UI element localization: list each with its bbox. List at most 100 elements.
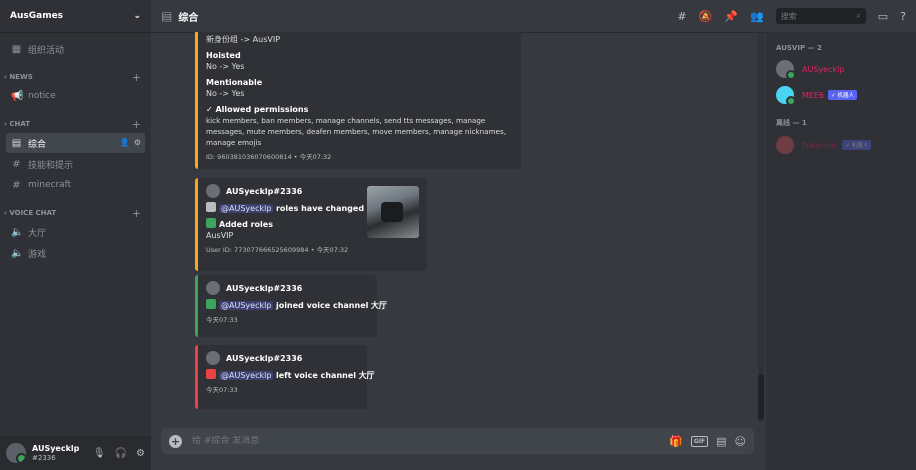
channel-label: 游戏 — [28, 249, 47, 260]
embed-footer: 今天07:33 — [206, 386, 238, 394]
server-header[interactable]: AusGames ⌄ — [0, 0, 151, 32]
avatar[interactable] — [206, 351, 220, 365]
channel-events[interactable]: ▦ 组织活动 — [6, 39, 145, 59]
member-name: Pokemon — [802, 140, 839, 150]
channel-label: notice — [28, 91, 56, 101]
gear-icon[interactable]: ⚙ — [136, 448, 145, 459]
swords-icon — [206, 202, 216, 212]
category-label: NEWS — [9, 73, 33, 81]
voice-channel-name: 大厅 — [370, 301, 387, 310]
add-channel-icon[interactable]: + — [132, 118, 141, 131]
voice-channel-name: 大厅 — [358, 371, 375, 380]
speaker-icon: 🔈 — [11, 247, 24, 259]
voice-leave-embed: AUSyecklp#2336 @AUSyecklp left voice cha… — [195, 345, 375, 409]
user-mention[interactable]: @AUSyecklp — [219, 371, 274, 380]
speaker-icon: 🔈 — [11, 226, 24, 238]
embed-field-label: ✓ Allowed permissions — [206, 105, 309, 114]
add-channel-icon[interactable]: + — [132, 71, 141, 84]
add-channel-icon[interactable]: + — [132, 207, 141, 220]
channel-skills-tips[interactable]: # 技能和提示 — [6, 154, 145, 174]
avatar — [776, 86, 796, 106]
bot-badge: ✓ 机器人 — [828, 90, 857, 100]
channel-sidebar: AusGames ⌄ ▦ 组织活动 › NEWS + 📢 notice › CH… — [0, 0, 151, 470]
chevron-down-icon[interactable]: ⌄ — [133, 11, 141, 21]
member-name: AUSyecklp — [802, 64, 845, 74]
user-name: AUSyecklp — [32, 443, 80, 453]
inbox-tray-icon — [206, 299, 216, 309]
voice-join-embed: AUSyecklp#2336 @AUSyecklp joined voice c… — [195, 275, 387, 337]
add-attachment-icon[interactable]: + — [169, 434, 182, 448]
member-group-label: 离线 — 1 — [776, 119, 807, 127]
emoji-icon[interactable]: ☺ — [735, 435, 746, 448]
gif-button[interactable]: GIF — [690, 435, 709, 447]
member-item[interactable]: AUSyecklp — [766, 56, 916, 82]
avatar[interactable] — [206, 281, 220, 295]
category-label: VOICE CHAT — [9, 209, 57, 217]
voice-channel-lobby[interactable]: 🔈 大厅 — [6, 222, 145, 242]
hash-icon: # — [12, 179, 21, 191]
gift-icon[interactable]: 🎁 — [669, 435, 683, 448]
embed-thumbnail[interactable] — [367, 186, 419, 238]
member-name: MEE6 — [802, 90, 825, 100]
message-input[interactable] — [192, 436, 670, 446]
channel-notice[interactable]: 📢 notice — [6, 86, 145, 106]
embed-line: 新身份组 -> AusVIP — [206, 35, 281, 44]
headphones-icon[interactable]: 🎧 — [115, 448, 127, 459]
embed-field-label: Hoisted — [206, 51, 241, 60]
avatar[interactable] — [6, 443, 26, 463]
channel-label: 大厅 — [28, 228, 47, 239]
megaphone-icon: 📢 — [11, 90, 24, 102]
microphone-icon[interactable]: 🎙 — [93, 448, 106, 459]
calendar-icon: ▦ — [11, 43, 22, 55]
channel-label: 技能和提示 — [28, 160, 74, 171]
text-channel-icon: ▤ — [11, 137, 22, 149]
voice-channel-games[interactable]: 🔈 游戏 — [6, 243, 145, 263]
mute-bell-icon[interactable]: 🔕 — [699, 10, 713, 23]
embed-footer: ID: 960381036070600814 • 今天07:32 — [206, 153, 332, 161]
channel-list: ▦ 组织活动 › NEWS + 📢 notice › CHAT + ▤ 综合 👤… — [0, 32, 151, 263]
embed-action: joined voice channel — [275, 301, 369, 310]
embed-author[interactable]: AUSyecklp#2336 — [226, 353, 302, 364]
help-icon[interactable]: ? — [900, 10, 906, 23]
gear-icon[interactable]: ⚙ — [134, 138, 141, 147]
page-title: 综合 — [178, 12, 199, 24]
member-item[interactable]: MEE6 ✓ 机器人 — [766, 82, 916, 108]
server-name: AusGames — [10, 11, 64, 21]
channel-minecraft[interactable]: # minecraft — [6, 175, 145, 195]
embed-author[interactable]: AUSyecklp#2336 — [226, 283, 302, 294]
avatar[interactable] — [206, 184, 220, 198]
text-channel-icon: ▤ — [161, 9, 173, 23]
pin-icon[interactable]: 📌 — [724, 10, 738, 23]
embed-action: roles have changed — [275, 204, 365, 213]
user-panel: AUSyecklp #2336 🎙 🎧 ⚙ — [0, 436, 151, 470]
message-composer: + 🎁 GIF ▤ ☺ — [161, 428, 754, 454]
embed-field-value: No -> Yes — [206, 89, 245, 98]
sticker-icon[interactable]: ▤ — [716, 435, 726, 448]
avatar — [776, 136, 794, 154]
member-group-label: AUSVIP — 2 — [776, 44, 822, 52]
category-voice[interactable]: › VOICE CHAT + — [0, 205, 151, 221]
embed-field-label: Added roles — [219, 220, 273, 229]
check-icon — [206, 218, 216, 228]
search-placeholder: 搜索 — [780, 11, 797, 21]
embed-field-label: Mentionable — [206, 78, 263, 87]
inbox-icon[interactable]: ▭ — [878, 10, 888, 23]
embed-author[interactable]: AUSyecklp#2336 — [226, 186, 302, 197]
embed-action: left voice channel — [275, 371, 357, 380]
bot-badge: ✓ 机器人 — [842, 140, 872, 150]
roles-changed-embed: AUSyecklp#2336 @AUSyecklp roles have cha… — [195, 178, 427, 271]
message-scrollbar[interactable] — [756, 32, 766, 422]
embed-footer: User ID: 773077666525609984 • 今天07:32 — [206, 246, 349, 254]
member-item[interactable]: Pokemon ✓ 机器人 — [766, 132, 916, 158]
threads-icon[interactable]: # — [677, 10, 686, 23]
category-chat[interactable]: › CHAT + — [0, 116, 151, 132]
category-news[interactable]: › NEWS + — [0, 69, 151, 85]
members-icon[interactable]: 👥 — [750, 10, 764, 23]
embed-field-value: No -> Yes — [206, 62, 245, 71]
search-input[interactable]: 搜索 ⌕ — [775, 8, 866, 24]
channel-general[interactable]: ▤ 综合 👤 ⚙ — [6, 133, 145, 153]
invite-icon[interactable]: 👤 — [120, 138, 130, 147]
user-mention[interactable]: @AUSyecklp — [219, 204, 274, 213]
scrollbar-thumb[interactable] — [758, 374, 764, 420]
user-mention[interactable]: @AUSyecklp — [219, 301, 274, 310]
